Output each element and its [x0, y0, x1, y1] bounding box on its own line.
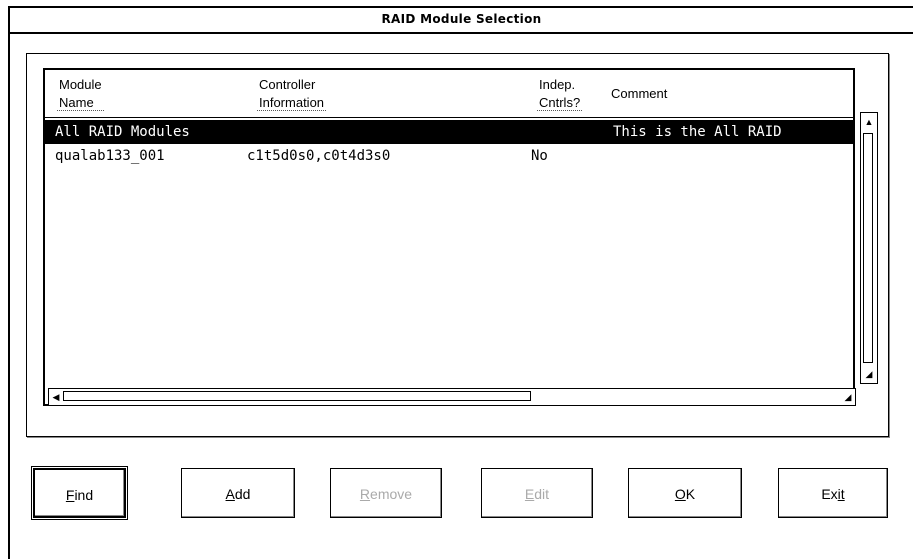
- table-row[interactable]: All RAID Modules This is the All RAID: [45, 120, 853, 144]
- cell-indep: No: [531, 148, 548, 164]
- column-header-line2: Cntrls?: [536, 95, 583, 111]
- button-label: ind: [74, 487, 94, 503]
- column-header-comment[interactable]: Comment: [611, 85, 667, 103]
- scroll-left-arrow-icon[interactable]: ◀: [50, 391, 62, 403]
- column-header-line2: Information: [256, 95, 327, 111]
- cell-comment: This is the All RAID: [613, 124, 782, 140]
- column-header-line1: Module: [59, 77, 102, 92]
- button-mnemonic: E: [524, 486, 535, 502]
- vertical-scroll-thumb[interactable]: [863, 133, 873, 363]
- window-title: RAID Module Selection: [381, 12, 542, 26]
- remove-button[interactable]: Remove: [330, 468, 442, 518]
- button-label-start: Ex: [821, 486, 838, 502]
- button-mnemonic: it: [837, 486, 845, 502]
- button-label: dit: [534, 486, 550, 502]
- button-label: K: [685, 486, 696, 502]
- horizontal-scrollbar[interactable]: ◀ ◢: [48, 388, 856, 406]
- scroll-right-arrow-icon[interactable]: ◢: [842, 391, 854, 403]
- add-button[interactable]: Add: [181, 468, 295, 518]
- column-header-indep-cntrls[interactable]: Indep. Cntrls?: [536, 76, 583, 112]
- cell-module-name: qualab133_001: [55, 148, 165, 164]
- edit-button[interactable]: Edit: [481, 468, 593, 518]
- module-list[interactable]: Module Name Controller Information Indep…: [43, 68, 855, 406]
- ok-button[interactable]: OK: [628, 468, 742, 518]
- button-mnemonic: A: [225, 486, 235, 502]
- scroll-down-arrow-icon[interactable]: ◢: [863, 367, 875, 381]
- button-mnemonic: O: [674, 486, 686, 502]
- vertical-scrollbar[interactable]: ▲ ◢: [860, 112, 878, 384]
- cell-module-name: All RAID Modules: [55, 124, 190, 140]
- horizontal-scroll-thumb[interactable]: [63, 391, 531, 401]
- column-header-line1: Comment: [611, 86, 668, 101]
- column-header-module-name[interactable]: Module Name: [57, 76, 104, 112]
- column-header-controller-information[interactable]: Controller Information: [256, 76, 327, 112]
- list-rows: All RAID Modules This is the All RAID qu…: [45, 120, 853, 168]
- button-mnemonic: R: [359, 486, 371, 502]
- button-label: emove: [370, 486, 413, 502]
- list-header: Module Name Controller Information Indep…: [45, 70, 853, 118]
- exit-button[interactable]: Exit: [778, 468, 888, 518]
- column-header-line1: Controller: [259, 77, 316, 92]
- scroll-up-arrow-icon[interactable]: ▲: [863, 115, 875, 129]
- button-label: dd: [234, 486, 251, 502]
- column-header-line1: Indep.: [539, 77, 576, 92]
- column-header-line2: Name: [57, 94, 104, 112]
- table-row[interactable]: qualab133_001 c1t5d0s0,c0t4d3s0 No: [45, 144, 853, 168]
- cell-controller: c1t5d0s0,c0t4d3s0: [247, 148, 391, 164]
- find-button[interactable]: Find: [31, 466, 128, 520]
- title-bar: RAID Module Selection: [10, 8, 913, 34]
